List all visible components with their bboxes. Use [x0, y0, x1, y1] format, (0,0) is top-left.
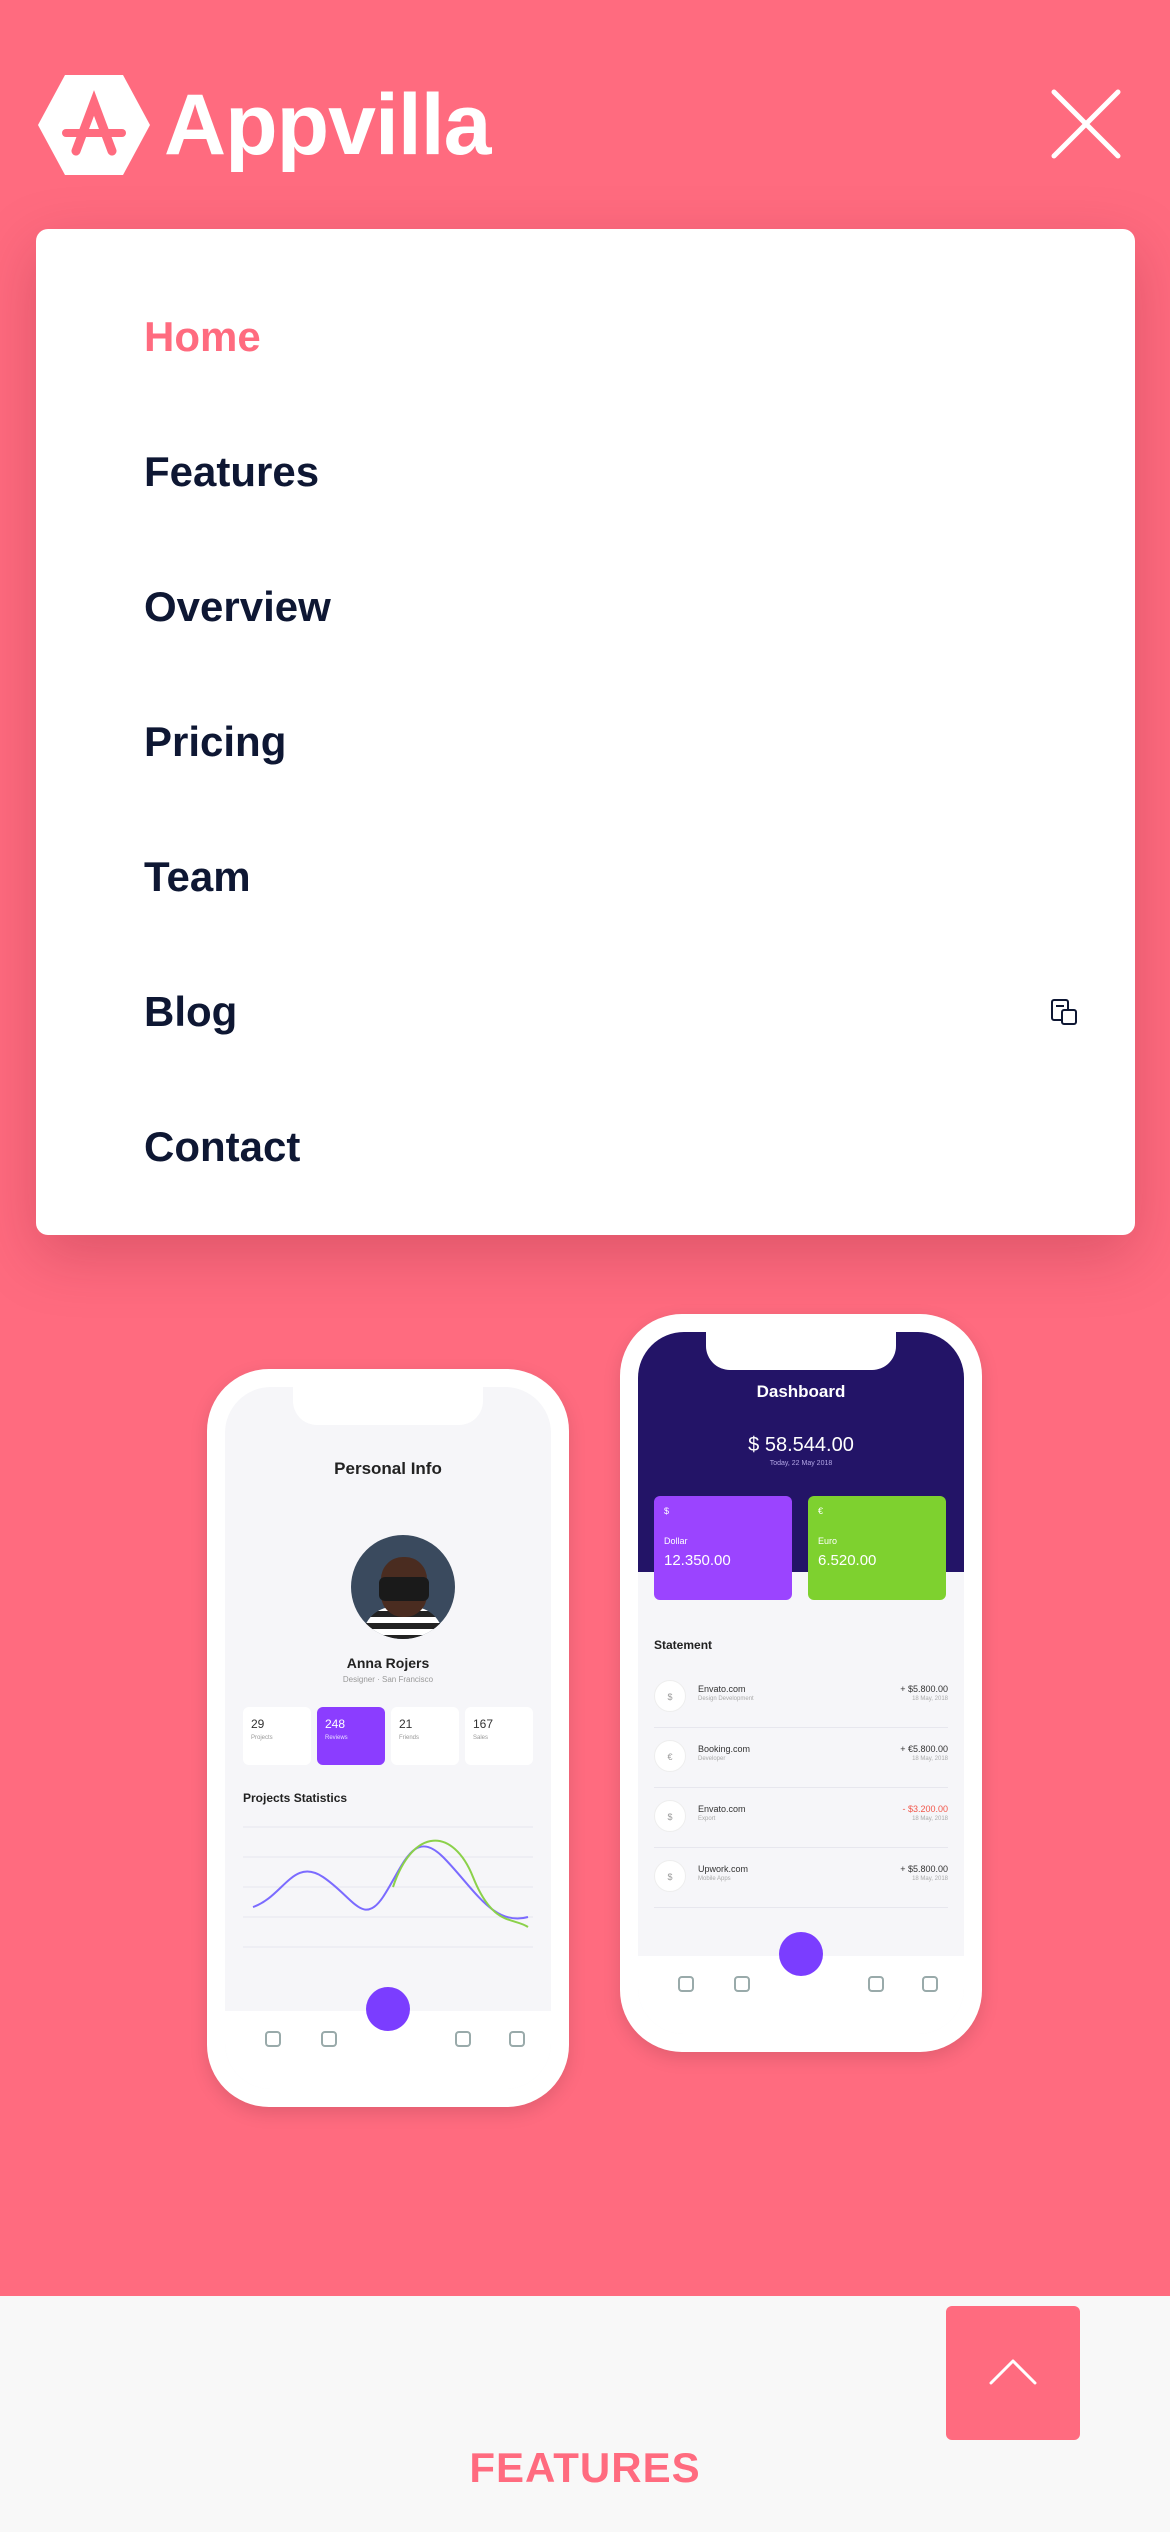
section-title: Projects Statistics [243, 1791, 348, 1805]
close-icon [1051, 89, 1121, 159]
currency-card: $ Dollar 12.350.00 [654, 1496, 792, 1600]
site-header: Appvilla [36, 70, 492, 180]
user-name: Anna Rojers [346, 1655, 430, 1671]
currency-card: € Euro 6.520.00 [808, 1496, 946, 1600]
pie-chart-icon [509, 2031, 525, 2047]
stat-card: 29 Projects [243, 1707, 311, 1765]
translate-icon[interactable] [1048, 996, 1080, 1028]
statement-row: € Booking.com Developer + €5.800.00 18 M… [654, 1730, 948, 1788]
balance-amount: $ 58.544.00 [748, 1434, 854, 1456]
nav-item-team[interactable]: Team [36, 809, 1135, 944]
nav-item-label: Blog [144, 988, 238, 1035]
mobile-nav-menu: Home Features Overview Pricing Team Blog… [36, 229, 1135, 1235]
tab-bar [225, 1987, 551, 2089]
statement-title: Statement [654, 1638, 713, 1652]
user-role: Designer · San Francisco [342, 1675, 434, 1684]
screen-title: Personal Info [334, 1459, 442, 1478]
mail-icon [321, 2031, 337, 2047]
nav-item-blog[interactable]: Blog [36, 944, 1135, 1079]
phone-mockup-personal-info: Personal Info Anna Rojers Designer · San… [207, 1369, 569, 2107]
tab-bar [638, 1932, 964, 2034]
camera-icon [379, 1577, 429, 1601]
mail-icon [734, 1976, 750, 1992]
stat-card: 21 Friends [391, 1707, 459, 1765]
statistics-chart [243, 1826, 533, 1948]
statement-row: $ Envato.com Design Development + $5.800… [654, 1670, 948, 1728]
hero-section: Appvilla Personal Info Anna Rojers Desig… [0, 0, 1170, 2296]
user-icon [265, 2031, 281, 2047]
brand-name[interactable]: Appvilla [164, 82, 492, 168]
features-heading: FEATURES [469, 2444, 701, 2491]
nav-item-features[interactable]: Features [36, 404, 1135, 539]
phone-mockup-dashboard: Dashboard $ 58.544.00 Today, 22 May 2018… [620, 1314, 982, 2052]
app-store-hex-icon[interactable] [36, 73, 152, 177]
nav-item-pricing[interactable]: Pricing [36, 674, 1135, 809]
phone-screen: Personal Info Anna Rojers Designer · San… [225, 1387, 551, 2089]
nav-item-home[interactable]: Home [36, 269, 1135, 404]
gear-icon [455, 2031, 471, 2047]
statement-row: $ Envato.com Export - $3.200.00 18 May, … [654, 1790, 948, 1848]
close-menu-button[interactable] [1050, 88, 1122, 160]
gear-icon [868, 1976, 884, 1992]
phone-notch [706, 1332, 896, 1370]
statement-row: $ Upwork.com Mobile Apps + $5.800.00 18 … [654, 1850, 948, 1908]
phone-screen: Dashboard $ 58.544.00 Today, 22 May 2018… [638, 1332, 964, 2034]
avatar [351, 1535, 455, 1639]
stat-card: 167 Sales [465, 1707, 533, 1765]
screen-title: Dashboard [756, 1382, 846, 1401]
balance-date: Today, 22 May 2018 [769, 1460, 833, 1467]
pie-chart-icon [922, 1976, 938, 1992]
scroll-to-top-button[interactable] [946, 2306, 1080, 2440]
stat-card: 248 Reviews [317, 1707, 385, 1765]
stats-row: 29 Projects 248 Reviews 21 Friends 167 Sales [243, 1707, 533, 1765]
monitor-icon [779, 1932, 823, 1976]
nav-item-contact[interactable]: Contact [36, 1079, 1135, 1214]
chevron-up-icon [989, 2359, 1037, 2385]
nav-item-overview[interactable]: Overview [36, 539, 1135, 674]
monitor-icon [366, 1987, 410, 2031]
phone-notch [293, 1387, 483, 1425]
user-icon [678, 1976, 694, 1992]
